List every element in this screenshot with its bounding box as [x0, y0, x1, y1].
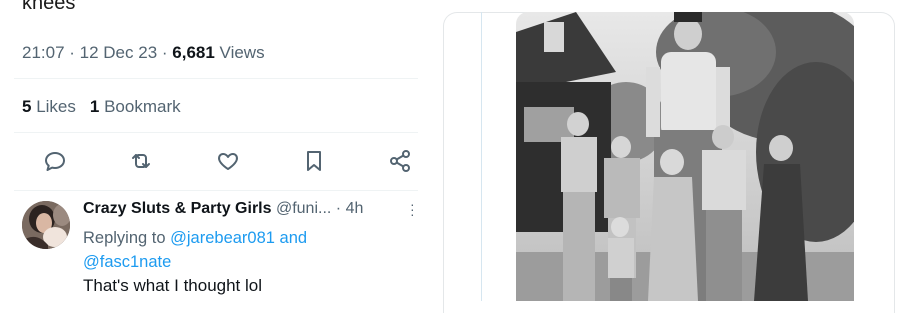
mention-link[interactable]: @fasc1nate	[83, 253, 171, 271]
more-options-icon[interactable]: · · ·	[410, 197, 415, 221]
divider	[14, 78, 418, 79]
likes-label: Likes	[31, 97, 76, 116]
bookmarks-count: 1	[89, 97, 100, 116]
views-count: 6,681	[172, 43, 215, 62]
tweet-meta: 21:07 · 12 Dec 23 · 6,681 Views	[22, 43, 265, 63]
share-icon	[390, 150, 410, 172]
mention-link[interactable]: @jarebear081	[170, 229, 275, 247]
reply-tweet[interactable]: Crazy Sluts & Party Girls @funi... · 4h …	[22, 197, 422, 301]
reply-text: That's what I thought lol	[83, 276, 263, 295]
reply-header: Crazy Sluts & Party Girls @funi... · 4h	[83, 200, 363, 218]
like-button[interactable]	[213, 146, 243, 176]
avatar[interactable]	[22, 201, 70, 249]
replying-to: Replying to @jarebear081 and @fasc1nate	[83, 226, 307, 274]
thread-line	[481, 12, 482, 301]
bookmark-button[interactable]	[299, 146, 329, 176]
engagement-stats: 5 Likes 1 Bookmark	[22, 97, 181, 117]
divider	[14, 190, 418, 191]
action-bar	[40, 146, 415, 176]
bookmarks-stat[interactable]: 1 Bookmark	[90, 97, 181, 116]
replying-prefix: Replying to	[83, 229, 171, 247]
like-icon	[217, 153, 238, 170]
divider	[14, 132, 418, 133]
retweet-button[interactable]	[126, 146, 156, 176]
tweet-detail-panel: knees 21:07 · 12 Dec 23 · 6,681 Views 5 …	[0, 0, 430, 301]
views-label: Views	[214, 43, 265, 62]
share-button[interactable]	[385, 146, 415, 176]
retweet-icon	[132, 154, 151, 168]
reply-icon	[45, 152, 65, 171]
likes-stat[interactable]: 5 Likes	[22, 97, 76, 116]
and-word: and	[274, 229, 308, 247]
bookmark-icon	[306, 151, 321, 171]
tweet-text-fragment: knees	[22, 0, 76, 14]
bookmarks-label: Bookmark	[99, 97, 181, 116]
reply-time[interactable]: · 4h	[331, 200, 364, 217]
reply-author-handle[interactable]: @funi...	[272, 200, 331, 217]
tweet-timestamp[interactable]: 21:07 · 12 Dec 23 ·	[22, 43, 172, 62]
reply-button[interactable]	[40, 146, 70, 176]
reply-author-name[interactable]: Crazy Sluts & Party Girls	[83, 200, 272, 217]
tweet-photo[interactable]	[516, 12, 854, 301]
